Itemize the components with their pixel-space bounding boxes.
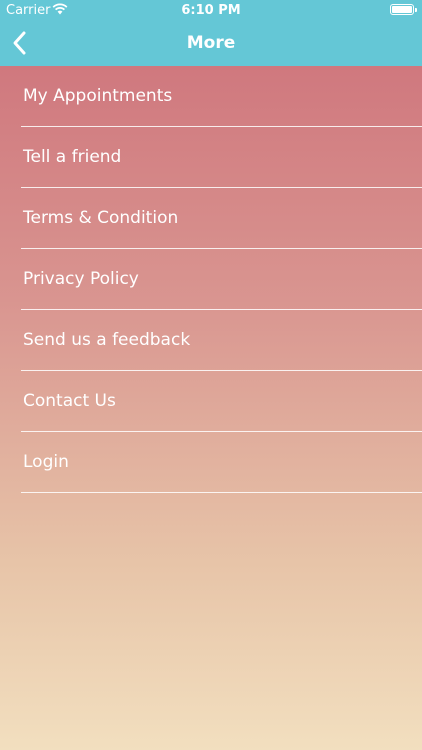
menu-item-label: Contact Us xyxy=(23,391,116,411)
menu-item-tell-a-friend[interactable]: Tell a friend xyxy=(0,127,422,188)
menu-item-label: My Appointments xyxy=(23,86,173,106)
menu-item-contact-us[interactable]: Contact Us xyxy=(0,371,422,432)
nav-bar: Carrier 6:10 PM More xyxy=(0,0,422,66)
battery-icon xyxy=(390,4,417,15)
divider xyxy=(21,492,422,493)
status-bar: Carrier 6:10 PM xyxy=(0,0,422,22)
menu-item-label: Terms & Condition xyxy=(23,208,179,228)
menu-item-login[interactable]: Login xyxy=(0,432,422,493)
more-menu: My Appointments Tell a friend Terms & Co… xyxy=(0,66,422,493)
menu-item-terms[interactable]: Terms & Condition xyxy=(0,188,422,249)
menu-item-label: Privacy Policy xyxy=(23,269,139,289)
menu-item-label: Tell a friend xyxy=(23,147,122,167)
clock: 6:10 PM xyxy=(181,3,241,18)
menu-item-my-appointments[interactable]: My Appointments xyxy=(0,66,422,127)
menu-item-label: Send us a feedback xyxy=(23,330,191,350)
menu-item-label: Login xyxy=(23,452,69,472)
menu-item-privacy-policy[interactable]: Privacy Policy xyxy=(0,249,422,310)
menu-item-feedback[interactable]: Send us a feedback xyxy=(0,310,422,371)
page-title: More xyxy=(186,33,236,53)
